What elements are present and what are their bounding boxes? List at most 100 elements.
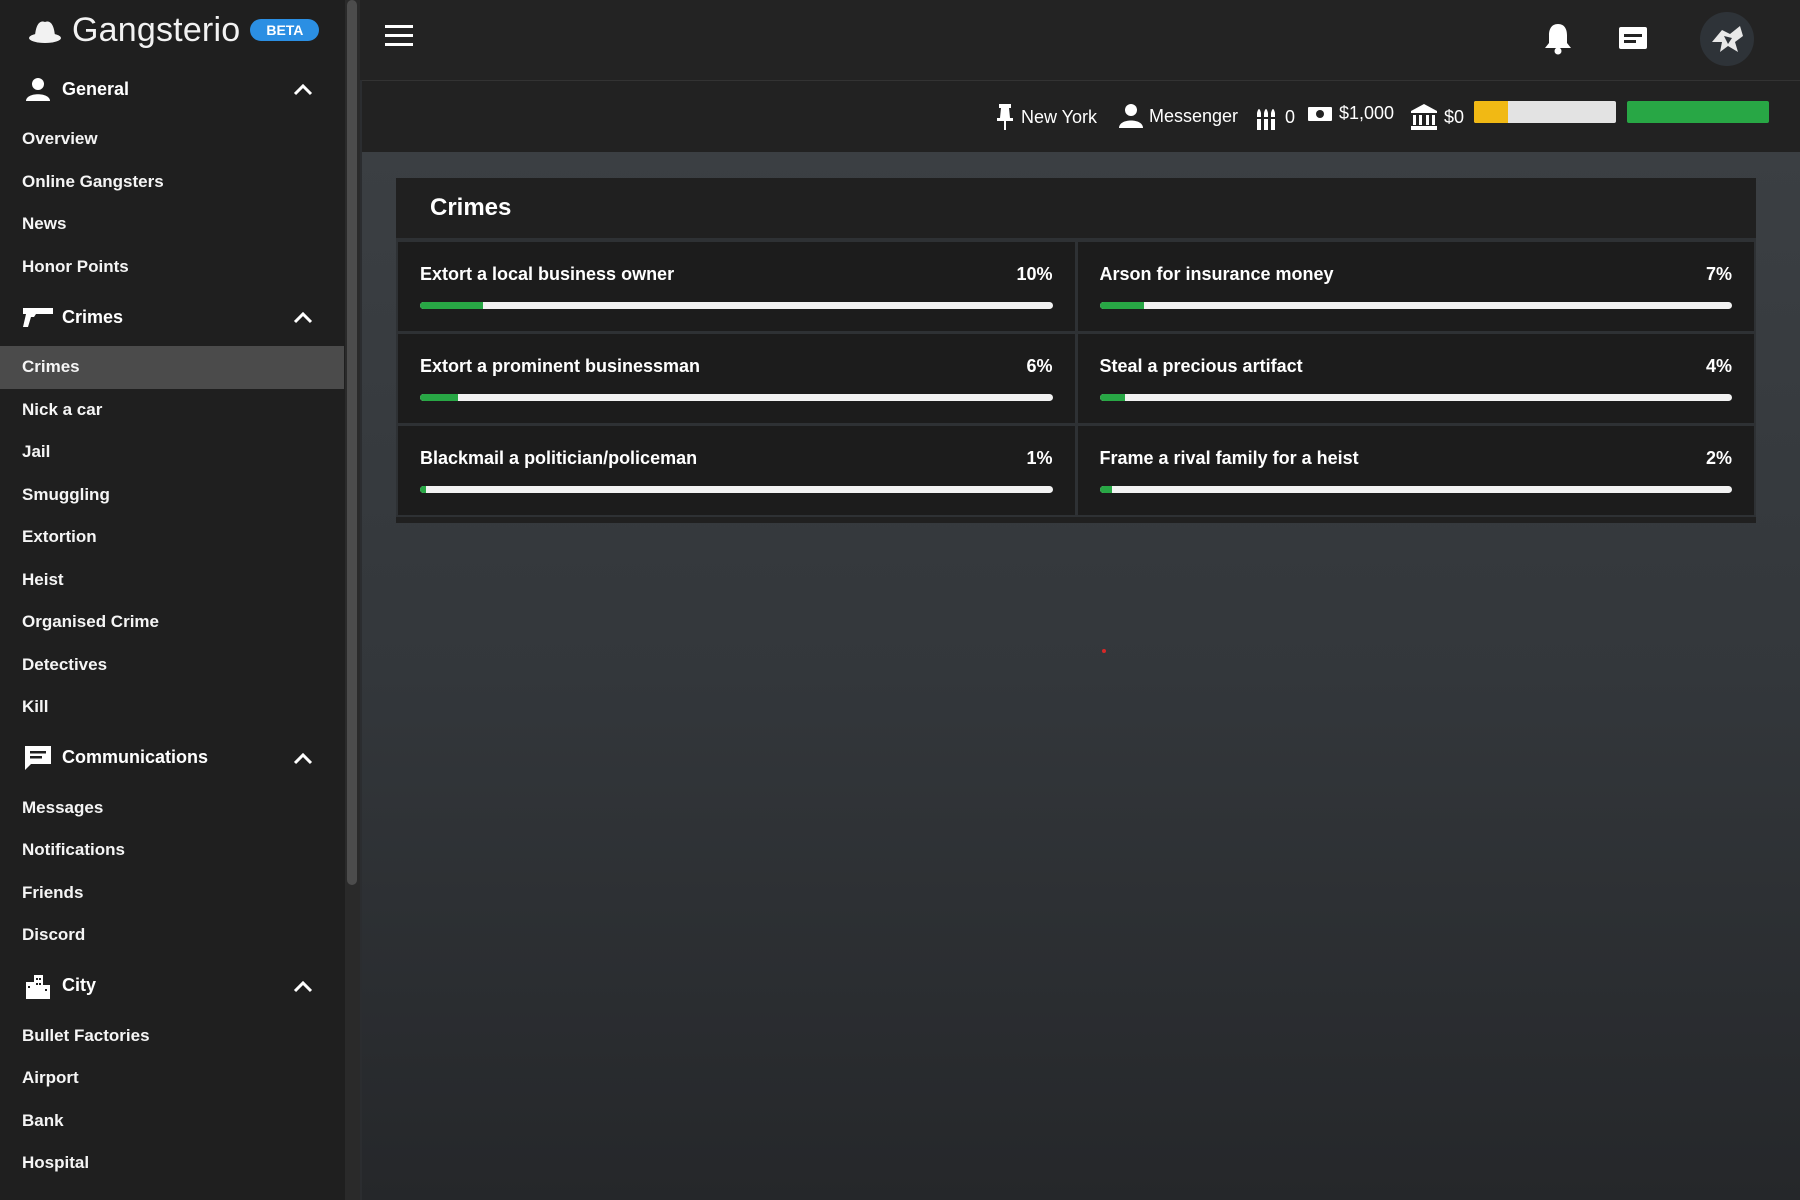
chevron-up-icon[interactable] [292,80,314,98]
sidebar-item-friends[interactable]: Friends [0,872,360,915]
section-label: Crimes [62,306,124,327]
chevron-up-icon[interactable] [292,749,314,767]
section-city[interactable]: City [0,957,360,1015]
sidebar-item-jail[interactable]: Jail [0,431,360,474]
section-crimes[interactable]: Crimes [0,288,360,346]
panel-title: Crimes [396,178,1756,242]
beta-badge: BETA [250,19,320,41]
crime-progress-fill [1099,486,1113,493]
mail-icon[interactable] [1615,20,1651,56]
chevron-up-icon[interactable] [292,977,314,995]
section-communications[interactable]: Communications [0,729,360,787]
chat-icon [22,743,54,773]
section-label: General [62,78,130,99]
bank-text: $0 [1444,106,1465,127]
crime-item[interactable]: Steal a precious artifact 4% [1077,334,1754,423]
crime-progress-fill [420,394,458,401]
sidebar-item-messages[interactable]: Messages [0,787,360,830]
bank-stat[interactable]: $0 [1410,103,1464,131]
crime-item[interactable]: Arson for insurance money 7% [1077,242,1754,331]
crime-name: Steal a precious artifact [1099,356,1303,376]
crime-progress-fill [1099,394,1125,401]
rank-text: Messenger [1149,105,1239,126]
sidebar-item-discord[interactable]: Discord [0,914,360,957]
location-text: New York [1021,106,1098,127]
gun-icon [22,302,54,332]
avatar[interactable] [1700,12,1754,66]
crime-item[interactable]: Extort a prominent businessman 6% [398,334,1075,423]
menu-icon[interactable] [385,25,415,51]
section-label: City [62,975,97,995]
hat-logo-icon [29,21,61,43]
red-dot [1102,649,1106,653]
crime-name: Frame a rival family for a heist [1099,448,1359,468]
sidebar-item-bullet-factories[interactable]: Bullet Factories [0,1015,360,1058]
sidebar-item-airport[interactable]: Airport [0,1057,360,1100]
crime-grid: Extort a local business owner 10% Arson f… [396,242,1756,517]
crime-progress-track [1099,486,1732,493]
crime-percent: 4% [1705,356,1732,376]
health-progress-fill [1627,101,1769,123]
sidebar-item-overview[interactable]: Overview [0,118,360,161]
brand-name: Gangsterio [72,10,241,49]
status-bar: New York Messenger 0 $1,000 $0 [362,80,1800,152]
sidebar-item-online-gangsters[interactable]: Online Gangsters [0,161,360,204]
sidebar: Gangsterio BETA General Overview Online … [0,0,360,1200]
sidebar-item-bank[interactable]: Bank [0,1100,360,1143]
health-progress-bar [1627,101,1769,123]
crime-progress-track [420,394,1053,401]
crime-item[interactable]: Extort a local business owner 10% [398,242,1075,331]
sidebar-item-honor-points[interactable]: Honor Points [0,246,360,289]
pin-icon [997,104,1013,130]
energy-progress-fill [1474,101,1509,123]
sidebar-scrollbar-thumb[interactable] [347,0,357,885]
bell-icon[interactable] [1540,20,1576,56]
topbar [360,0,1800,80]
crime-progress-fill [420,302,484,309]
crime-percent: 1% [1026,448,1053,468]
cash-text: $1,000 [1339,103,1395,123]
sidebar-item-crimes[interactable]: Crimes [0,346,344,389]
crime-progress-track [420,486,1053,493]
crime-progress-track [1099,302,1732,309]
bullets-stat[interactable]: 0 [1255,103,1295,131]
sidebar-item-notifications[interactable]: Notifications [0,829,360,872]
crime-progress-fill [1099,302,1144,309]
cash-stat[interactable]: $1,000 [1307,103,1394,124]
chevron-up-icon[interactable] [292,308,314,326]
sidebar-item-detectives[interactable]: Detectives [0,644,360,687]
energy-progress-bar [1474,101,1616,123]
sidebar-item-hospital[interactable]: Hospital [0,1142,360,1185]
main-content: Crimes Extort a local business owner 10% … [362,152,1800,1200]
crime-item[interactable]: Frame a rival family for a heist 2% [1077,426,1754,515]
crime-name: Arson for insurance money [1099,264,1334,284]
bullets-text: 0 [1285,106,1296,127]
sidebar-item-news[interactable]: News [0,203,360,246]
person-icon [22,74,54,104]
city-icon [22,971,54,1001]
sidebar-item-smuggling[interactable]: Smuggling [0,474,360,517]
sidebar-item-organised-crime[interactable]: Organised Crime [0,601,360,644]
bank-icon [1411,104,1437,130]
sidebar-item-heist[interactable]: Heist [0,559,360,602]
crime-item[interactable]: Blackmail a politician/policeman 1% [398,426,1075,515]
crimes-panel: Crimes Extort a local business owner 10% … [396,178,1756,523]
crime-progress-track [420,302,1053,309]
person-icon [1119,104,1143,128]
section-general[interactable]: General [0,60,360,118]
crime-percent: 7% [1705,264,1732,284]
bullets-icon [1256,109,1276,130]
crime-percent: 2% [1705,448,1732,468]
brand[interactable]: Gangsterio BETA [0,0,360,60]
crime-percent: 6% [1026,356,1053,376]
crime-percent: 10% [1016,264,1053,284]
cash-icon [1308,106,1332,121]
location-stat[interactable]: New York [995,103,1097,131]
sidebar-item-kill[interactable]: Kill [0,686,360,729]
section-label: Communications [62,747,209,767]
rank-stat[interactable]: Messenger [1119,103,1238,129]
sidebar-item-nick-a-car[interactable]: Nick a car [0,389,360,432]
sidebar-item-extortion[interactable]: Extortion [0,516,360,559]
crime-name: Extort a local business owner [420,264,675,284]
crime-name: Blackmail a politician/policeman [420,448,698,468]
